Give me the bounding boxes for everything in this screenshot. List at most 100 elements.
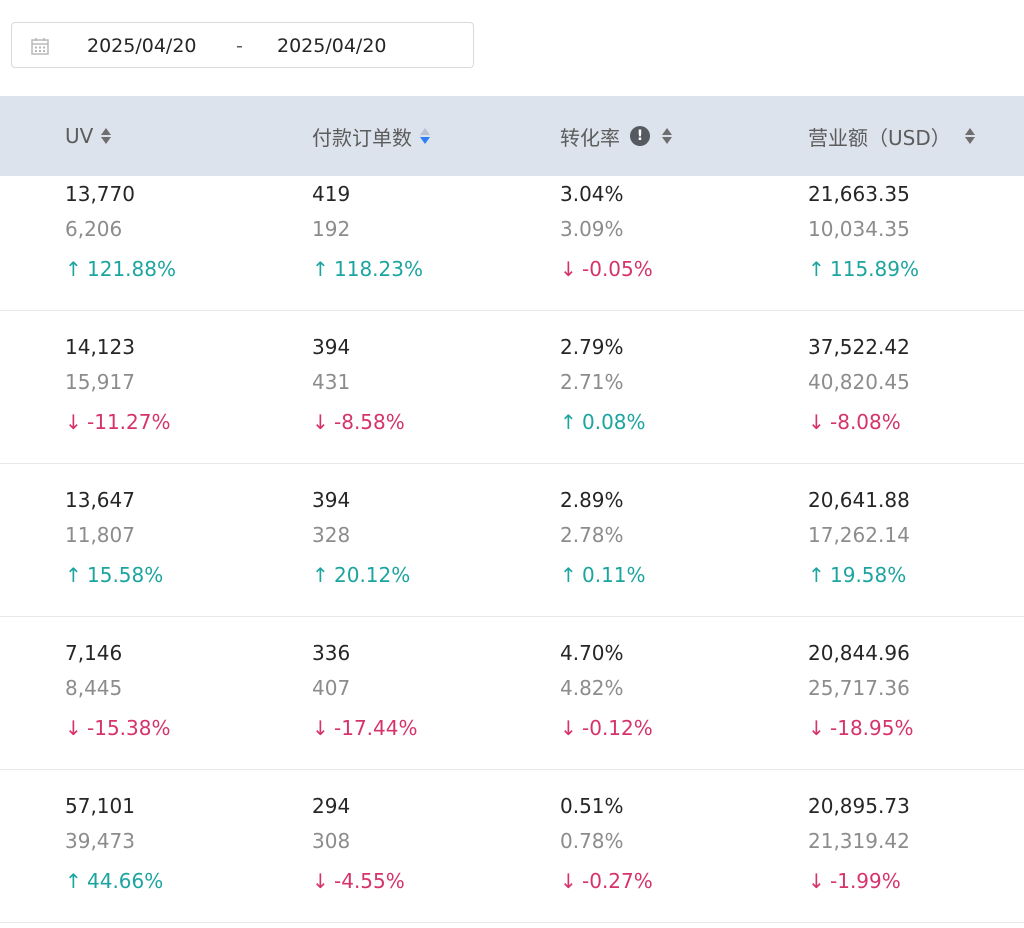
arrow-up-icon: ↑ (560, 563, 577, 587)
current-value: 2.79% (560, 335, 624, 359)
sort-icon[interactable] (964, 127, 977, 145)
arrow-down-icon: ↓ (560, 869, 577, 893)
change-percent: -18.95% (830, 716, 914, 740)
previous-value: 6,206 (65, 217, 123, 241)
current-value: 419 (312, 182, 351, 206)
arrow-down-icon: ↓ (808, 410, 825, 434)
previous-value: 2.71% (560, 370, 624, 394)
change-value: ↑ 0.11% (560, 563, 646, 587)
previous-value: 2.78% (560, 523, 624, 547)
current-value: 20,844.96 (808, 641, 910, 665)
table-row: 7,146 8,445 ↓ -15.38% 336 407 ↓ -17.44% 4.70% 4.8… (0, 616, 1024, 770)
current-value: 336 (312, 641, 351, 665)
column-header-label: 转化率 (560, 125, 620, 150)
arrow-up-icon: ↑ (312, 257, 329, 281)
arrow-up-icon: ↑ (808, 257, 825, 281)
arrow-up-icon: ↑ (312, 563, 329, 587)
change-percent: 0.08% (582, 410, 646, 434)
previous-value: 192 (312, 217, 351, 241)
change-percent: -11.27% (87, 410, 171, 434)
change-percent: -17.44% (334, 716, 418, 740)
previous-value: 39,473 (65, 829, 135, 853)
change-percent: -8.58% (334, 410, 405, 434)
column-header-revenue[interactable]: 营业额（USD） (808, 96, 977, 176)
end-date-input[interactable]: 2025/04/20 (277, 35, 387, 57)
date-range-picker[interactable]: 2025/04/20 - 2025/04/20 (11, 22, 474, 68)
change-percent: -4.55% (334, 869, 405, 893)
arrow-down-icon: ↓ (808, 869, 825, 893)
change-value: ↓ -8.58% (312, 410, 405, 434)
previous-value: 407 (312, 676, 351, 700)
arrow-up-icon: ↑ (65, 563, 82, 587)
table-header: UV 付款订单数 转化率 ! 营业额（USD） (0, 96, 1024, 176)
arrow-down-icon: ↓ (65, 716, 82, 740)
sort-icon[interactable] (101, 127, 113, 145)
previous-value: 15,917 (65, 370, 135, 394)
previous-value: 17,262.14 (808, 523, 910, 547)
previous-value: 328 (312, 523, 351, 547)
previous-value: 21,319.42 (808, 829, 910, 853)
change-value: ↑ 118.23% (312, 257, 423, 281)
previous-value: 4.82% (560, 676, 624, 700)
change-percent: -0.12% (582, 716, 653, 740)
change-percent: 44.66% (87, 869, 164, 893)
arrow-down-icon: ↓ (312, 869, 329, 893)
change-value: ↓ -17.44% (312, 716, 417, 740)
change-value: ↑ 19.58% (808, 563, 906, 587)
current-value: 21,663.35 (808, 182, 910, 206)
sort-desc-icon[interactable] (420, 127, 432, 145)
previous-value: 10,034.35 (808, 217, 910, 241)
start-date-input[interactable]: 2025/04/20 (87, 35, 197, 57)
change-percent: 121.88% (87, 257, 176, 281)
table-row: 14,123 15,917 ↓ -11.27% 394 431 ↓ -8.58% 2.79% 2.… (0, 310, 1024, 464)
sort-icon[interactable] (662, 127, 674, 145)
column-header-paid-orders[interactable]: 付款订单数 (312, 96, 432, 176)
current-value: 14,123 (65, 335, 135, 359)
change-percent: -15.38% (87, 716, 171, 740)
column-header-uv[interactable]: UV (65, 96, 113, 176)
current-value: 20,895.73 (808, 794, 910, 818)
change-percent: 118.23% (334, 257, 423, 281)
change-value: ↓ -4.55% (312, 869, 405, 893)
arrow-down-icon: ↓ (560, 716, 577, 740)
change-percent: 20.12% (334, 563, 411, 587)
info-icon[interactable]: ! (630, 126, 650, 146)
change-value: ↑ 115.89% (808, 257, 919, 281)
change-value: ↑ 20.12% (312, 563, 410, 587)
change-percent: 0.11% (582, 563, 646, 587)
change-value: ↓ -0.05% (560, 257, 653, 281)
previous-value: 11,807 (65, 523, 135, 547)
arrow-down-icon: ↓ (312, 410, 329, 434)
change-value: ↑ 0.08% (560, 410, 646, 434)
change-percent: -0.27% (582, 869, 653, 893)
current-value: 3.04% (560, 182, 624, 206)
previous-value: 0.78% (560, 829, 624, 853)
change-value: ↓ -0.27% (560, 869, 653, 893)
previous-value: 40,820.45 (808, 370, 910, 394)
change-value: ↓ -15.38% (65, 716, 170, 740)
table-row: 13,770 6,206 ↑ 121.88% 419 192 ↑ 118.23% 3.04% 3.… (0, 176, 1024, 311)
current-value: 4.70% (560, 641, 624, 665)
change-value: ↓ -0.12% (560, 716, 653, 740)
column-header-label: 营业额（USD） (808, 125, 951, 150)
arrow-down-icon: ↓ (560, 257, 577, 281)
change-percent: -0.05% (582, 257, 653, 281)
change-value: ↓ -8.08% (808, 410, 901, 434)
date-separator: - (236, 35, 243, 57)
table-row: 57,101 39,473 ↑ 44.66% 294 308 ↓ -4.55% 0.51% 0.7… (0, 769, 1024, 923)
arrow-up-icon: ↑ (560, 410, 577, 434)
arrow-down-icon: ↓ (65, 410, 82, 434)
change-value: ↓ -18.95% (808, 716, 913, 740)
arrow-up-icon: ↑ (808, 563, 825, 587)
current-value: 394 (312, 488, 351, 512)
column-header-conversion-rate[interactable]: 转化率 ! (560, 96, 674, 176)
change-percent: 115.89% (830, 257, 919, 281)
current-value: 20,641.88 (808, 488, 910, 512)
calendar-icon (31, 38, 49, 55)
table-row: 13,647 11,807 ↑ 15.58% 394 328 ↑ 20.12% 2.89% 2.7… (0, 463, 1024, 617)
change-value: ↑ 44.66% (65, 869, 163, 893)
previous-value: 25,717.36 (808, 676, 910, 700)
change-value: ↑ 15.58% (65, 563, 163, 587)
arrow-up-icon: ↑ (65, 257, 82, 281)
change-percent: 15.58% (87, 563, 164, 587)
